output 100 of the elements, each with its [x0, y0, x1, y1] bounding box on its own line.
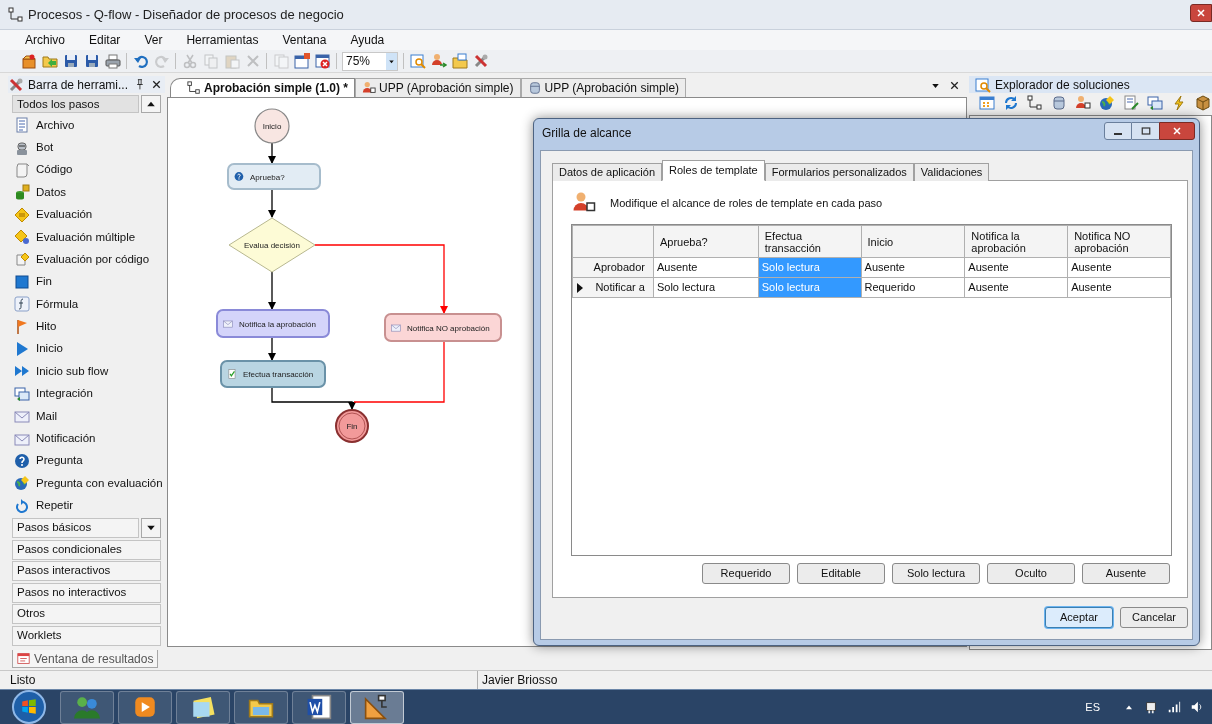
group-button[interactable]: Pasos básicos: [12, 518, 139, 539]
toolbar-button[interactable]: [1121, 94, 1140, 112]
toolbox-item[interactable]: Código: [8, 158, 165, 182]
undo-icon: [132, 53, 149, 69]
results-tab[interactable]: Ventana de resultados: [12, 650, 159, 668]
toolbar-button[interactable]: [449, 51, 470, 71]
close-icon: [150, 78, 163, 91]
dialog-button[interactable]: Cancelar: [1120, 607, 1188, 628]
toolbar-button[interactable]: [1073, 94, 1092, 112]
menu-item[interactable]: Herramientas: [186, 31, 259, 49]
dialog-tab[interactable]: Roles de template: [662, 160, 765, 181]
window-title: Procesos - Q-flow - Diseñador de procesos de negocio: [28, 5, 344, 24]
preview-icon: [409, 53, 426, 69]
close-button[interactable]: [1159, 121, 1195, 140]
toolbox-item[interactable]: Evaluación por código: [8, 248, 165, 271]
toolbox-item[interactable]: Evaluación múltiple: [8, 225, 165, 249]
scope-button[interactable]: Ausente: [1082, 563, 1170, 584]
folder-icon: [41, 53, 58, 69]
toolbox-item[interactable]: Archivo: [8, 114, 165, 137]
start-button[interactable]: [12, 690, 46, 724]
decision-diamond[interactable]: [228, 217, 316, 273]
menu-item[interactable]: Editar: [89, 31, 121, 49]
zoom-combobox[interactable]: 75%: [342, 51, 398, 71]
start-circle[interactable]: [254, 108, 290, 144]
menu-item[interactable]: Archivo: [25, 31, 65, 49]
row-header[interactable]: Aprobador: [572, 257, 654, 278]
row-header[interactable]: Notificar a: [572, 277, 654, 298]
group-button[interactable]: Todos los pasos: [12, 95, 139, 113]
toolbar-button[interactable]: [1145, 94, 1164, 112]
save-icon: [62, 53, 79, 69]
scope-button[interactable]: Oculto: [987, 563, 1075, 584]
scope-button[interactable]: Editable: [797, 563, 885, 584]
taskbar-button[interactable]: [234, 690, 288, 724]
print-icon: [104, 53, 121, 69]
menu-item[interactable]: Ver: [144, 31, 163, 49]
step-box[interactable]: [220, 360, 326, 388]
scroll-button[interactable]: [141, 518, 161, 539]
toolbox-item[interactable]: Evaluación: [8, 203, 165, 226]
step-box[interactable]: [227, 163, 321, 190]
toolbox-item[interactable]: Notificación: [8, 427, 165, 450]
toolbox-item[interactable]: Integración: [8, 382, 165, 406]
scope-button[interactable]: Solo lectura: [892, 563, 980, 584]
menu-item[interactable]: Ayuda: [350, 31, 385, 49]
end-circle[interactable]: [335, 409, 369, 443]
database-icon: [14, 184, 30, 201]
group-button[interactable]: Pasos condicionales: [12, 539, 161, 560]
toolbar-button[interactable]: [1193, 94, 1212, 112]
toolbar-button[interactable]: [291, 51, 312, 71]
toolbox-item[interactable]: Pregunta: [8, 449, 165, 473]
scroll-button[interactable]: [141, 95, 161, 113]
toolbox-item[interactable]: Inicio: [8, 337, 165, 361]
document-tab[interactable]: UPP (Aprobación simple): [520, 78, 687, 97]
toolbox-item[interactable]: Datos: [8, 181, 165, 204]
connector-arrow: [268, 188, 276, 218]
edit-icon: [1122, 95, 1139, 111]
dialog-tab[interactable]: Validaciones: [913, 163, 990, 181]
close-button[interactable]: [1190, 4, 1212, 22]
box-icon: [1194, 95, 1211, 111]
toolbar-button[interactable]: [1025, 94, 1044, 112]
toolbar-button[interactable]: [977, 94, 996, 112]
toolbox-item[interactable]: Pregunta con evaluación: [8, 472, 165, 495]
menu-item[interactable]: Ventana: [282, 31, 327, 49]
dialog-button[interactable]: Aceptar: [1045, 607, 1113, 628]
toolbar-button[interactable]: [1097, 94, 1116, 112]
step-box[interactable]: [384, 313, 502, 342]
taskbar-button[interactable]: [292, 690, 346, 724]
column-header[interactable]: Notifica NO aprobación: [1067, 225, 1171, 258]
user-icon: [1074, 95, 1091, 111]
dialog-tab[interactable]: Formularios personalizados: [764, 163, 914, 181]
toolbox-item[interactable]: Fórmula: [8, 293, 165, 316]
column-header[interactable]: Aprueba?: [653, 225, 759, 258]
column-header[interactable]: Efectua transacción: [758, 225, 862, 258]
taskbar-button[interactable]: [350, 690, 404, 724]
diagram-icon: [8, 6, 24, 23]
dialog-tab[interactable]: Datos de aplicación: [552, 163, 662, 181]
group-button[interactable]: Pasos no interactivos: [12, 582, 161, 603]
document-tab[interactable]: UPP (Aprobación simple): [355, 78, 521, 97]
document-tab[interactable]: Aprobación simple (1.0) *: [170, 78, 356, 97]
scope-button[interactable]: Requerido: [702, 563, 790, 584]
language-indicator[interactable]: ES: [1085, 698, 1100, 716]
toolbar-button[interactable]: [407, 51, 428, 71]
taskbar-button[interactable]: [118, 690, 172, 724]
toolbox-item[interactable]: Inicio sub flow: [8, 360, 165, 383]
toolbox-item[interactable]: Repetir: [8, 494, 165, 518]
group-button[interactable]: Pasos interactivos: [12, 561, 161, 582]
toolbox-item[interactable]: Bot: [8, 136, 165, 159]
minimize-button[interactable]: [1104, 121, 1132, 140]
column-header[interactable]: Notifica la aprobación: [964, 225, 1068, 258]
toolbar-button[interactable]: [312, 51, 333, 71]
group-button[interactable]: Worklets: [12, 625, 161, 646]
toolbar-button[interactable]: [102, 51, 123, 71]
flow-icon: [1026, 95, 1043, 111]
toolbox-item[interactable]: Mail: [8, 405, 165, 428]
step-box[interactable]: [216, 309, 330, 338]
maximize-button[interactable]: [1132, 121, 1159, 140]
taskbar-button[interactable]: [176, 690, 230, 724]
group-button[interactable]: Otros: [12, 604, 161, 625]
toolbox-item[interactable]: Hito: [8, 315, 165, 338]
column-header[interactable]: Inicio: [861, 225, 965, 258]
toolbox-item[interactable]: Fin: [8, 270, 165, 294]
